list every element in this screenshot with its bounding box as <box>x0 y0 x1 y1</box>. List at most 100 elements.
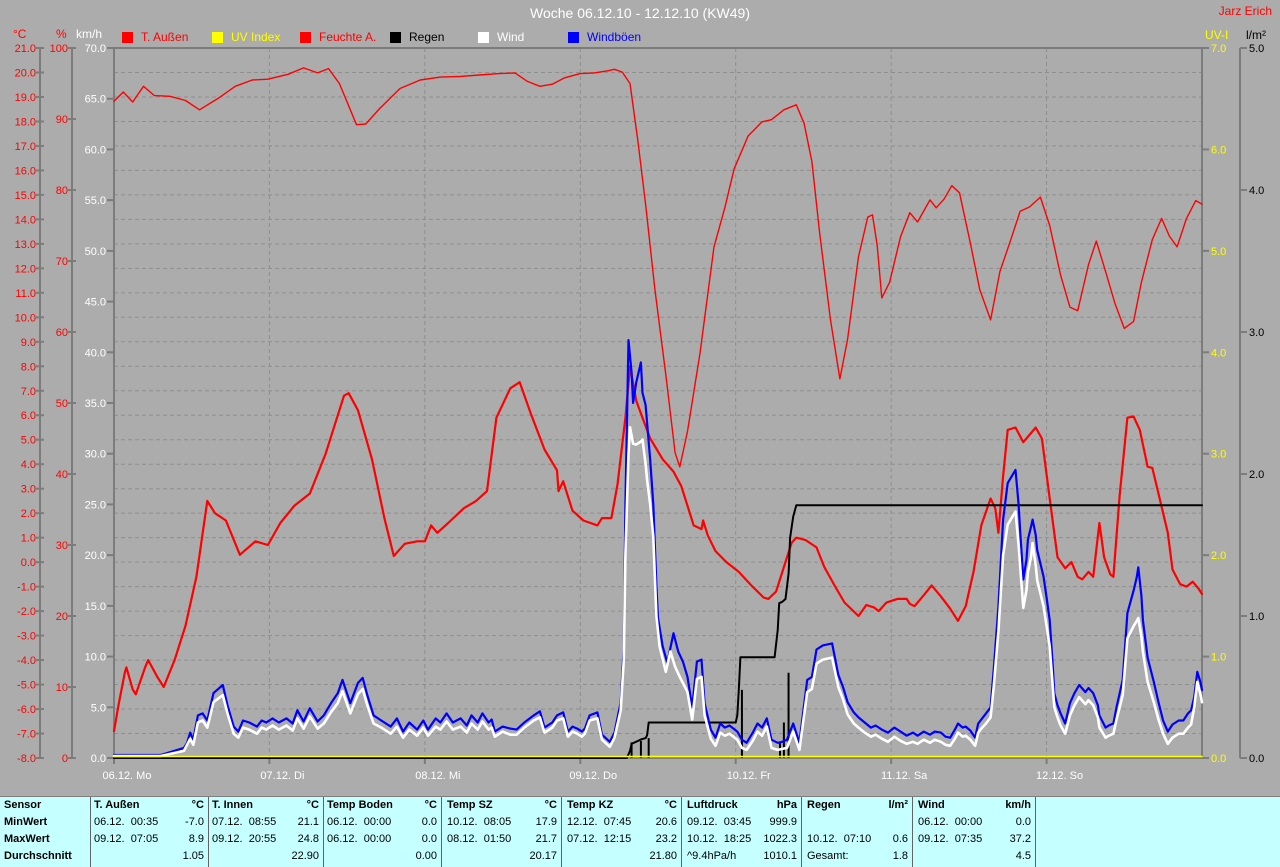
axis-label-uv: 3.0 <box>1211 449 1226 461</box>
axis-label-temperature: -1.0 <box>17 582 36 594</box>
x-axis-day-label: 09.12. Do <box>569 770 617 782</box>
table-avg-temp-kz-value: 21.80 <box>649 850 677 862</box>
table-min-temp-sz-text: 10.12. 08:05 <box>447 816 512 828</box>
table-max-t-innen: 09.12. 20:55 24.8 <box>212 833 319 845</box>
axis-label-rain: 5.0 <box>1249 43 1264 55</box>
axis-label-temperature: 4.0 <box>21 459 36 471</box>
table-header-t-innen: T. Innen °C <box>212 799 319 811</box>
table-header-temp-boden-value: °C <box>424 799 437 811</box>
table-avg-regen-value: 1.8 <box>892 850 908 862</box>
table-header-temp-kz-text: Temp KZ <box>567 799 614 811</box>
axis-label-temperature: 3.0 <box>21 484 36 496</box>
table-header-luftdruck-text: Luftdruck <box>687 799 738 811</box>
table-max-luftdruck-text: 10.12. 18:25 <box>687 833 752 845</box>
table-header-t-innen-value: °C <box>306 799 319 811</box>
table-header-luftdruck: Luftdruck hPa <box>687 799 797 811</box>
axis-label-humidity: 100 <box>50 43 68 55</box>
table-row-label-text: Durchschnitt <box>4 850 72 862</box>
table-avg-temp-boden: 0.00 <box>327 850 437 862</box>
table-row-label: MaxWert <box>4 833 88 845</box>
table-header-temp-sz: Temp SZ °C <box>447 799 557 811</box>
table-header-wind: Wind km/h <box>918 799 1031 811</box>
table-avg-luftdruck-value: 1010.1 <box>763 850 797 862</box>
table-max-temp-boden-value: 0.0 <box>421 833 437 845</box>
table-column-divider <box>801 797 802 867</box>
series-wind <box>112 425 1204 758</box>
table-min-luftdruck-value: 999.9 <box>769 816 797 828</box>
axis-label-temperature: -5.0 <box>17 680 36 692</box>
weather-app-window: { "header": { "title": "Woche 06.12.10 -… <box>0 0 1280 867</box>
table-column-divider <box>681 797 682 867</box>
table-header-temp-kz: Temp KZ °C <box>567 799 677 811</box>
table-header-regen-text: Regen <box>807 799 841 811</box>
table-header-t-au-en: T. Außen °C <box>94 799 204 811</box>
axis-label-temperature: 14.0 <box>15 214 36 226</box>
axis-label-humidity: 40 <box>56 469 68 481</box>
table-max-regen-text: 10.12. 07:10 <box>807 833 872 845</box>
axis-label-rain: 2.0 <box>1249 469 1264 481</box>
table-min-t-innen: 07.12. 08:55 21.1 <box>212 816 319 828</box>
axis-label-wind: 65.0 <box>85 94 106 106</box>
table-header-temp-sz-text: Temp SZ <box>447 799 493 811</box>
table-max-regen: 10.12. 07:10 0.6 <box>807 833 908 845</box>
axis-label-humidity: 0 <box>62 753 68 765</box>
axis-label-wind: 70.0 <box>85 43 106 55</box>
table-row-label: Sensor <box>4 799 88 811</box>
series-feuchte-a- <box>113 67 1203 468</box>
axis-label-humidity: 70 <box>56 256 68 268</box>
table-max-temp-sz: 08.12. 01:50 21.7 <box>447 833 557 845</box>
table-row-label: MinWert <box>4 816 88 828</box>
table-min-wind-text: 06.12. 00:00 <box>918 816 983 828</box>
axis-label-temperature: 9.0 <box>21 337 36 349</box>
axis-label-wind: 30.0 <box>85 449 106 461</box>
axis-label-wind: 0.0 <box>91 753 106 765</box>
axis-label-temperature: 8.0 <box>21 361 36 373</box>
table-max-wind-value: 37.2 <box>1009 833 1031 845</box>
table-row-label-text: MaxWert <box>4 833 50 845</box>
axis-label-wind: 15.0 <box>85 601 106 613</box>
table-max-t-au-en: 09.12. 07:05 8.9 <box>94 833 204 845</box>
table-avg-temp-sz: 20.17 <box>447 850 557 862</box>
axis-label-wind: 25.0 <box>85 499 106 511</box>
axis-label-wind: 10.0 <box>85 652 106 664</box>
axis-label-temperature: -8.0 <box>17 753 36 765</box>
table-min-luftdruck-text: 09.12. 03:45 <box>687 816 752 828</box>
table-avg-wind: 4.5 <box>918 850 1031 862</box>
table-min-t-innen-text: 07.12. 08:55 <box>212 816 277 828</box>
table-max-temp-boden-text: 06.12. 00:00 <box>327 833 392 845</box>
axis-label-temperature: -3.0 <box>17 631 36 643</box>
table-header-temp-sz-value: °C <box>544 799 557 811</box>
axis-label-wind: 55.0 <box>85 195 106 207</box>
table-max-temp-boden: 06.12. 00:00 0.0 <box>327 833 437 845</box>
table-header-wind-value: km/h <box>1005 799 1031 811</box>
table-column-divider <box>323 797 324 867</box>
x-axis-day-label: 11.12. Sa <box>881 770 928 782</box>
axis-label-uv: 6.0 <box>1211 144 1226 156</box>
axis-label-wind: 50.0 <box>85 246 106 258</box>
table-min-temp-kz: 12.12. 07:45 20.6 <box>567 816 677 828</box>
table-avg-t-innen-value: 22.90 <box>291 850 319 862</box>
table-max-temp-kz-value: 23.2 <box>655 833 677 845</box>
table-avg-luftdruck-text: ^9.4hPa/h <box>687 850 737 862</box>
table-min-t-au-en: 06.12. 00:35 -7.0 <box>94 816 204 828</box>
axis-label-temperature: 6.0 <box>21 410 36 422</box>
table-header-temp-boden: Temp Boden °C <box>327 799 437 811</box>
axis-label-temperature: 16.0 <box>15 165 36 177</box>
axis-label-temperature: 12.0 <box>15 263 36 275</box>
table-avg-wind-value: 4.5 <box>1015 850 1031 862</box>
table-min-temp-kz-value: 20.6 <box>655 816 677 828</box>
axis-label-humidity: 10 <box>56 682 68 694</box>
table-avg-temp-kz: 21.80 <box>567 850 677 862</box>
axis-label-wind: 40.0 <box>85 347 106 359</box>
table-column-divider <box>912 797 913 867</box>
axis-label-temperature: 11.0 <box>15 288 36 300</box>
axis-label-temperature: 5.0 <box>21 435 36 447</box>
table-max-wind-text: 09.12. 07:35 <box>918 833 983 845</box>
axis-label-rain: 4.0 <box>1249 185 1264 197</box>
summary-table: Sensor MinWert MaxWert Durchschnitt T. Außen… <box>0 796 1280 867</box>
axis-label-uv: 5.0 <box>1211 246 1226 258</box>
table-avg-regen: Gesamt: 1.8 <box>807 850 908 862</box>
axis-label-wind: 5.0 <box>91 702 106 714</box>
axis-label-humidity: 60 <box>56 327 68 339</box>
axis-label-temperature: 13.0 <box>15 239 36 251</box>
